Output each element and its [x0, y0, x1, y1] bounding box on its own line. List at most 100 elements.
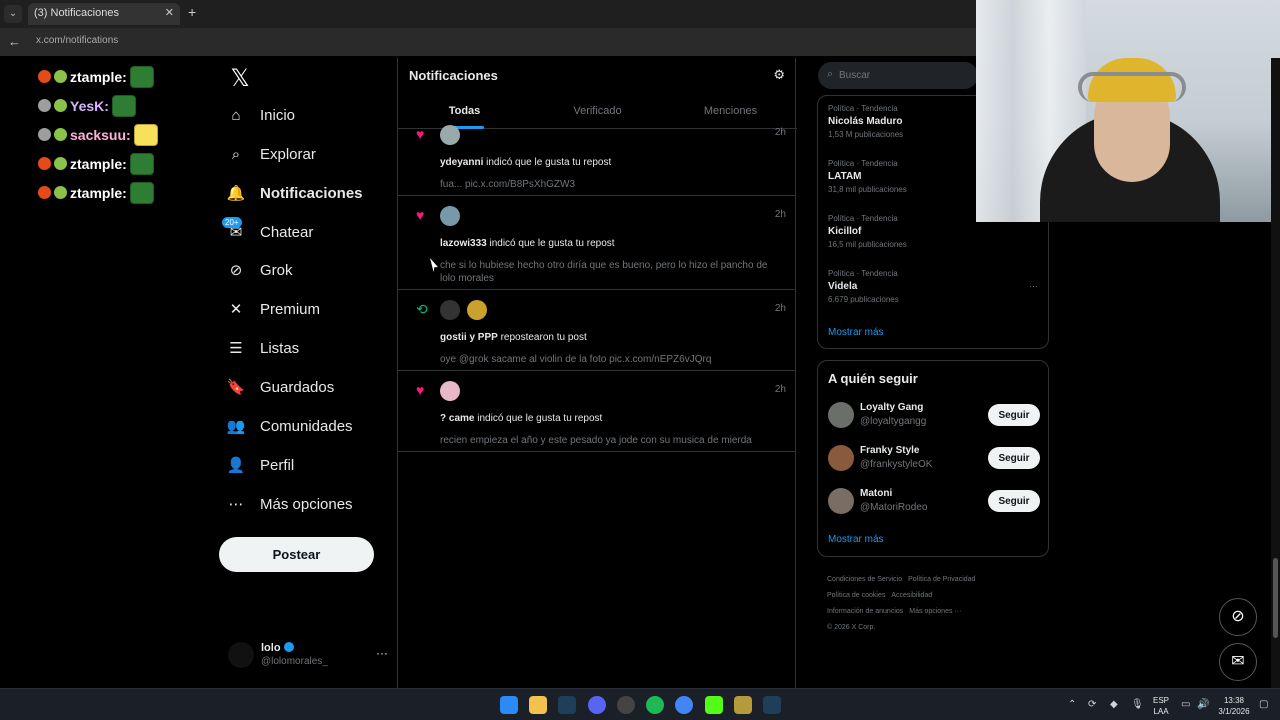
discord-icon[interactable] — [588, 696, 606, 714]
sidebar-item-label: Guardados — [260, 378, 335, 396]
scrollbar-thumb[interactable] — [1273, 558, 1278, 638]
sync-icon[interactable]: ⟳ — [1088, 699, 1096, 710]
follow-suggestion[interactable]: Loyalty Gang @loyaltygangg Seguir — [828, 400, 1040, 430]
notification-item[interactable]: ⟲ 2h gostii y PPP repostearon tu post oye @… — [398, 290, 796, 371]
shield-icon[interactable]: ◆ — [1110, 699, 1118, 710]
list-icon: ☰ — [229, 340, 243, 357]
trend-options-icon[interactable]: ··· — [1029, 281, 1038, 291]
sidebar-item-grok[interactable]: ⊘ Grok — [218, 251, 293, 289]
notification-preview[interactable]: che si lo hubiese hecho otro diría que e… — [440, 259, 780, 285]
browser-tab[interactable]: (3) Notificaciones ✕ — [28, 3, 180, 25]
chat-user-badge-icon — [38, 128, 51, 141]
notification-action-text: repostearon tu post — [497, 332, 587, 343]
notification-item[interactable]: ♥ 2h ? came indicó que le gusta tu repost r… — [398, 371, 796, 452]
notification-item[interactable]: ♥ 2h ydeyanni indicó que le gusta tu repos… — [398, 125, 796, 196]
messages-fab-icon[interactable]: ✉ — [1219, 643, 1257, 681]
avatar[interactable] — [828, 402, 854, 428]
kick-icon[interactable] — [705, 696, 723, 714]
sidebar-item-perfil[interactable]: 👤 Perfil — [218, 446, 295, 484]
tab-todas[interactable]: Todas — [398, 96, 531, 129]
obs-icon[interactable] — [617, 696, 635, 714]
notification-preview[interactable]: recien empieza el año y este pesado ya j… — [440, 434, 780, 447]
app-icon[interactable] — [734, 696, 752, 714]
close-tab-icon[interactable]: ✕ — [165, 6, 174, 19]
sidebar-item-mas-opciones[interactable]: ⋯ Más opciones — [218, 485, 353, 523]
tab-menciones[interactable]: Menciones — [664, 96, 797, 128]
account-switcher[interactable]: lolo @lolomorales_ ··· — [228, 638, 388, 674]
notification-center-icon[interactable]: ▢ — [1259, 699, 1268, 710]
microphone-icon[interactable]: 🎙 — [1131, 699, 1144, 710]
back-arrow-icon[interactable]: ← — [8, 34, 21, 49]
start-menu-icon[interactable] — [500, 696, 518, 714]
chevron-up-icon[interactable]: ⌃ — [1068, 699, 1076, 710]
sidebar-item-listas[interactable]: ☰ Listas — [218, 329, 299, 367]
avatar[interactable] — [440, 125, 460, 145]
avatar[interactable] — [828, 445, 854, 471]
chat-user-badge-icon — [38, 186, 51, 199]
show-more-follow-link[interactable]: Mostrar más — [828, 534, 884, 545]
sidebar-item-premium[interactable]: ✕ Premium — [218, 290, 320, 328]
avatar[interactable] — [467, 300, 487, 320]
volume-icon[interactable]: 🔊 — [1197, 699, 1209, 710]
follow-suggestion[interactable]: Franky Style @frankystyleOK Seguir — [828, 443, 1040, 473]
sidebar-item-inicio[interactable]: ⌂ Inicio — [218, 96, 295, 134]
sidebar-item-chatear[interactable]: ✉ 20+ Chatear — [218, 213, 313, 251]
follow-name: Loyalty Gang — [860, 402, 924, 413]
notification-preview[interactable]: oye @grok sacame al violin de la foto pi… — [440, 353, 780, 366]
footer-link[interactable]: Condiciones de Servicio — [827, 576, 902, 583]
spotify-icon[interactable] — [646, 696, 664, 714]
tab-verificado[interactable]: Verificado — [531, 96, 664, 128]
follow-handle: @MatoriRodeo — [860, 502, 928, 513]
notification-item[interactable]: ♥ 2h lazowi333 indicó que le gusta tu repo… — [398, 196, 796, 290]
follow-button[interactable]: Seguir — [988, 447, 1040, 469]
sidebar-item-guardados[interactable]: 🔖 Guardados — [218, 368, 335, 406]
x-logo-icon[interactable]: 𝕏 — [226, 64, 254, 92]
post-button[interactable]: Postear — [219, 537, 374, 572]
notification-actors[interactable]: lazowi333 — [440, 238, 487, 249]
sidebar-item-explorar[interactable]: ⌕ Explorar — [218, 135, 316, 173]
footer-link[interactable]: © 2026 X Corp. — [827, 624, 875, 631]
tab-list-dropdown[interactable]: ⌄ — [4, 5, 22, 23]
footer-link[interactable]: Política de Privacidad — [908, 576, 975, 583]
notification-actors[interactable]: gostii y PPP — [440, 332, 498, 343]
file-explorer-icon[interactable] — [529, 696, 547, 714]
show-more-trends-link[interactable]: Mostrar más — [828, 327, 884, 338]
clock[interactable]: 13:38 3/1/2026 — [1214, 695, 1254, 717]
footer-link[interactable]: Política de cookies — [827, 592, 885, 599]
windows-taskbar: ⌃ ⟳ ◆ 🎙 ESP LAA ▭ 🔊 13:38 3/1/2026 ▢ — [0, 688, 1280, 720]
avatar[interactable] — [440, 300, 460, 320]
footer-link[interactable]: Más opciones ··· — [909, 608, 961, 615]
more-dots-icon[interactable]: ··· — [376, 646, 388, 660]
steam-icon-2[interactable] — [763, 696, 781, 714]
notification-actors[interactable]: ? came — [440, 413, 474, 424]
avatar[interactable] — [440, 381, 460, 401]
trend-item[interactable]: Política · Tendencia Videla 6.679 publicac… — [828, 269, 1038, 304]
notifications-column: Notificaciones ⚙ Todas Verificado Mencio… — [397, 58, 797, 688]
url-text[interactable]: x.com/notifications — [36, 35, 118, 46]
sidebar-item-comunidades[interactable]: 👥 Comunidades — [218, 407, 353, 445]
avatar[interactable] — [440, 206, 460, 226]
new-tab-icon[interactable]: + — [188, 4, 196, 20]
follow-handle: @loyaltygangg — [860, 416, 927, 427]
webcam-headphones — [1078, 72, 1186, 102]
footer-link[interactable]: Información de anuncios — [827, 608, 903, 615]
steam-icon[interactable] — [558, 696, 576, 714]
chat-emote-icon — [133, 123, 158, 146]
avatar[interactable] — [828, 488, 854, 514]
input-language[interactable]: ESP LAA — [1150, 695, 1172, 717]
sidebar-item-notificaciones[interactable]: 🔔 Notificaciones — [218, 174, 363, 212]
grok-fab-icon[interactable]: ⊘ — [1219, 598, 1257, 636]
notification-actors[interactable]: ydeyanni — [440, 157, 483, 168]
follow-suggestion[interactable]: Matoni @MatoriRodeo Seguir — [828, 486, 1040, 516]
settings-gear-icon[interactable]: ⚙ — [773, 67, 785, 83]
follow-button[interactable]: Seguir — [988, 490, 1040, 512]
chat-message: ztample: — [38, 149, 158, 178]
repost-icon: ⟲ — [416, 301, 428, 317]
page-scrollbar[interactable] — [1271, 58, 1280, 688]
notification-preview[interactable]: fua... pic.x.com/B8PsXhGZW3 — [440, 178, 780, 191]
chrome-icon[interactable] — [675, 696, 693, 714]
footer-link[interactable]: Accesibilidad — [891, 592, 932, 599]
search-input[interactable]: ⌕ Buscar — [818, 62, 978, 89]
network-icon[interactable]: ▭ — [1181, 699, 1190, 710]
follow-button[interactable]: Seguir — [988, 404, 1040, 426]
